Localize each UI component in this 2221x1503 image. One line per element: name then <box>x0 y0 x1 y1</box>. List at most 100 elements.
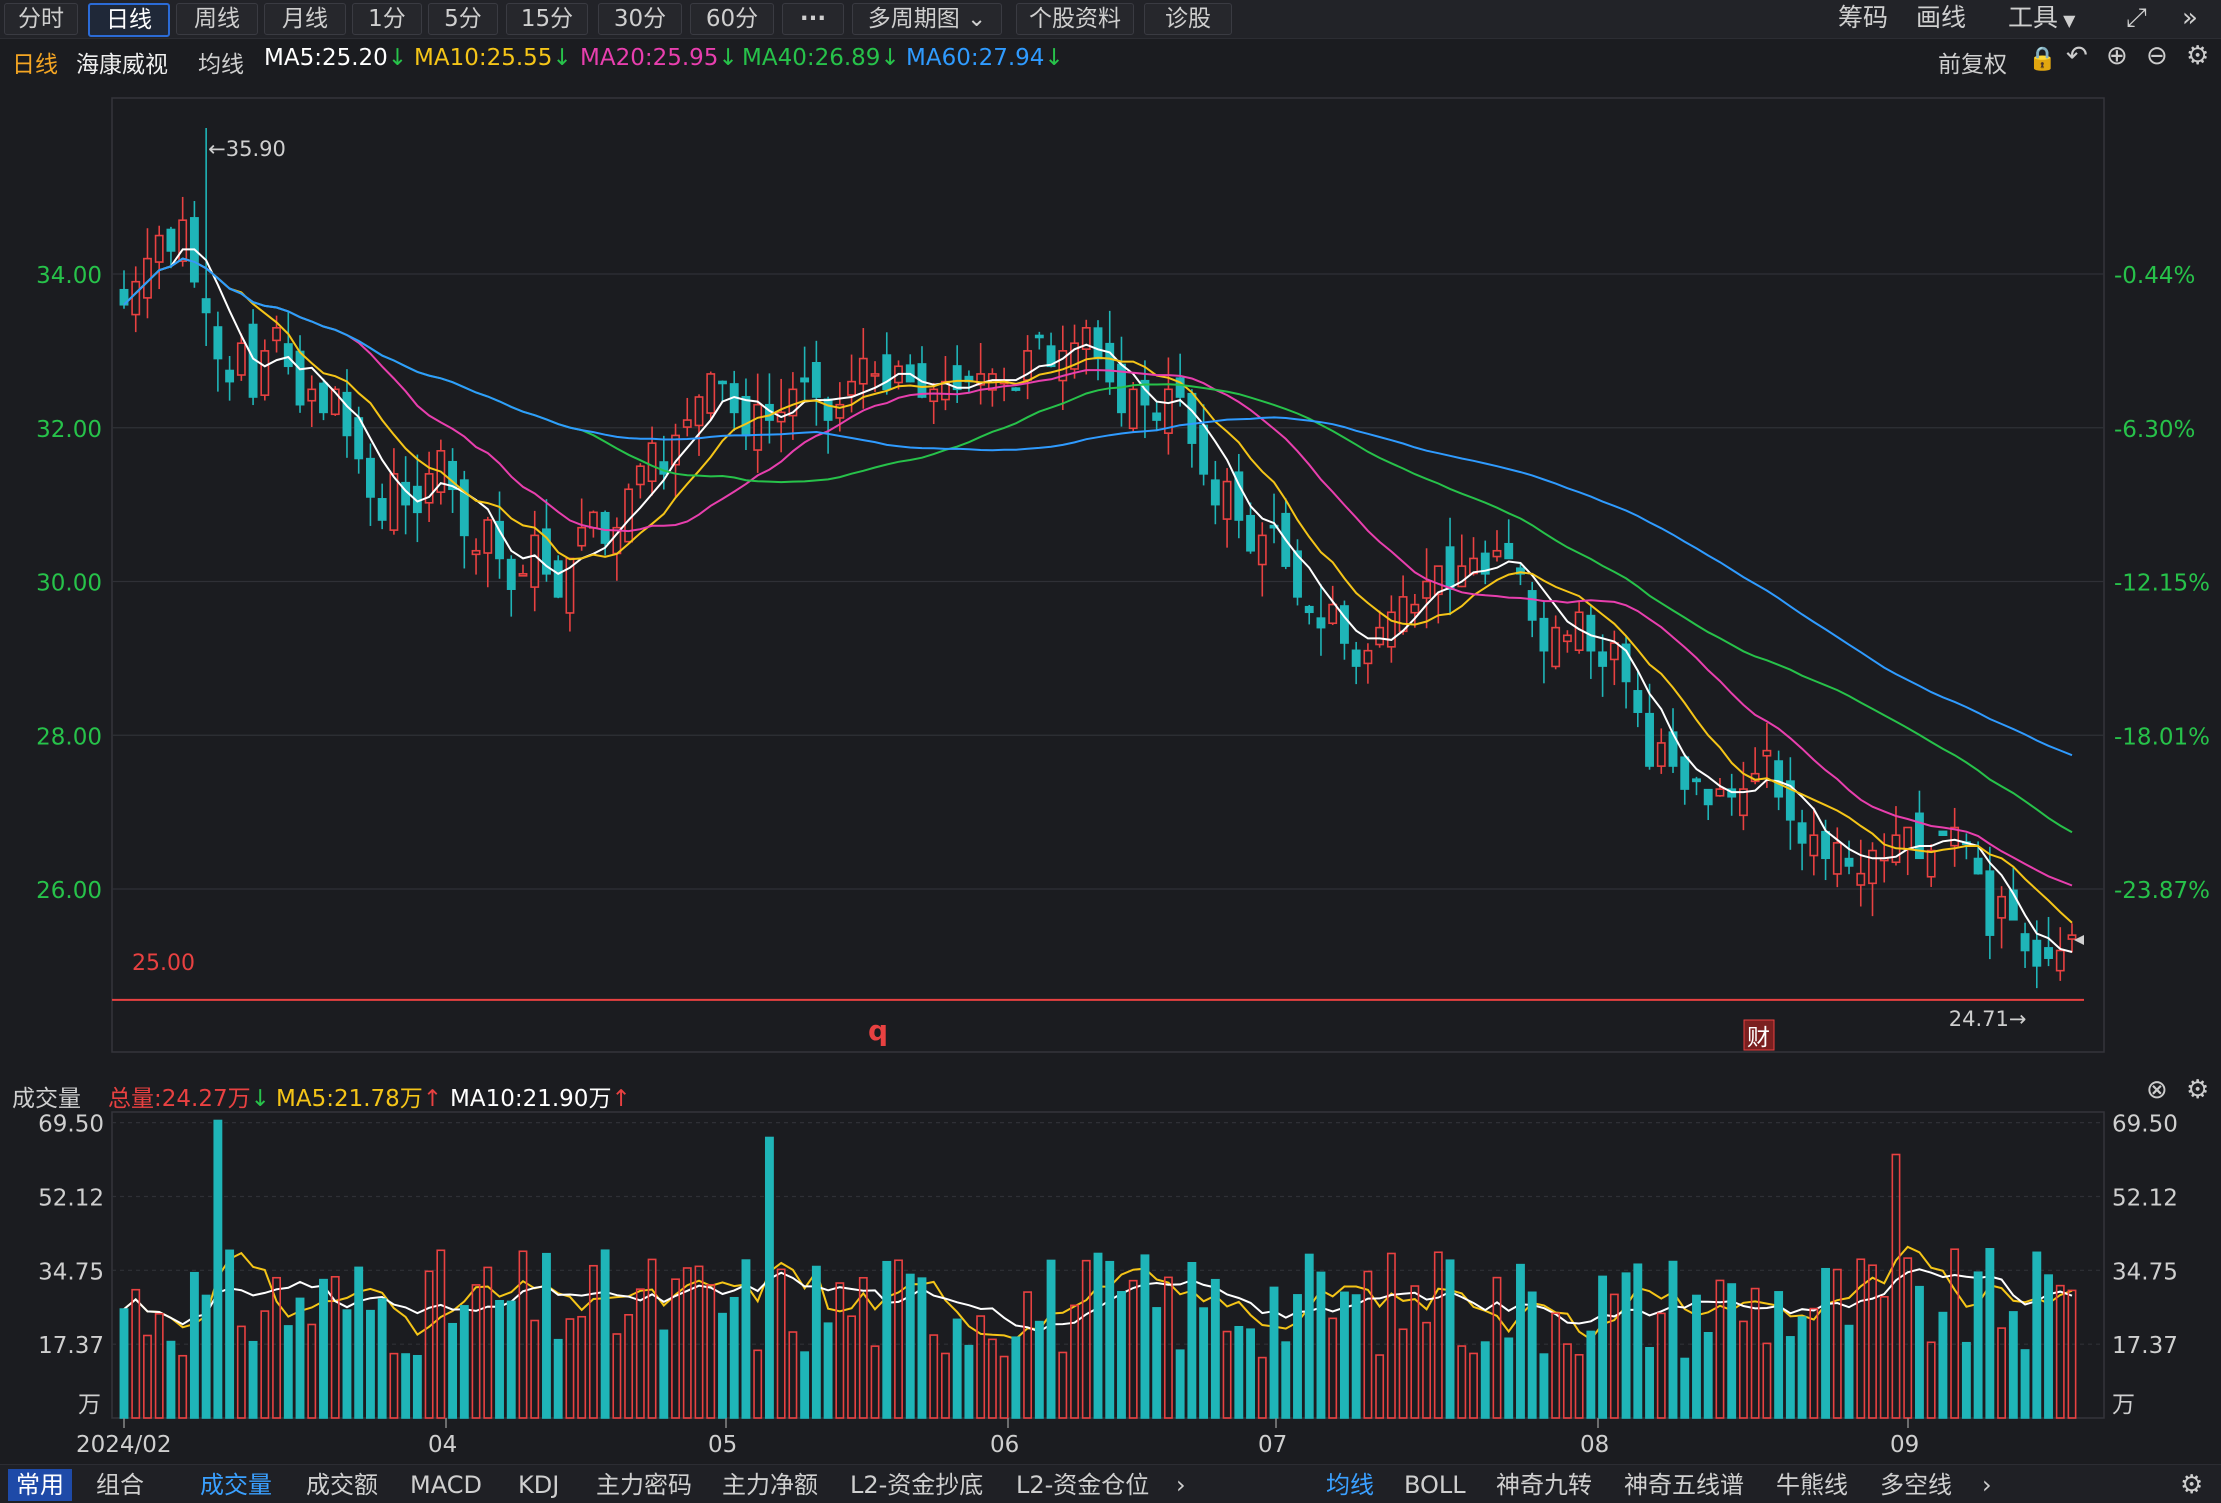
candle-up <box>1656 742 1666 767</box>
candle-up <box>1422 580 1432 599</box>
volume-bar-up <box>131 1288 141 1419</box>
volume-bar-up <box>1469 1352 1478 1419</box>
volume-bar-down <box>1785 1336 1795 1419</box>
volume-bar-down <box>119 1308 129 1419</box>
volume-bar-up <box>1891 1153 1901 1419</box>
candle-up <box>1257 534 1267 566</box>
volume-bar-down <box>1621 1272 1631 1419</box>
candle-down <box>1844 857 1854 867</box>
candle-down <box>741 395 751 437</box>
price-tick-label: 30.00 <box>36 571 102 597</box>
volume-bar-down <box>1703 1331 1713 1419</box>
volume-bar-down <box>1351 1294 1361 1419</box>
volume-bar-down <box>2044 1274 2053 1419</box>
x-axis-label: 06 <box>990 1432 1019 1458</box>
chevron-right-icon[interactable]: › <box>1176 1469 1186 1501</box>
tab-long-short-line[interactable]: 多空线 <box>1880 1469 1952 1501</box>
candle-down <box>2044 947 2053 959</box>
volume-tick-label: 17.37 <box>38 1333 104 1359</box>
candle-up <box>272 327 281 342</box>
volume-bar-up <box>565 1318 575 1419</box>
tab-ma[interactable]: 均线 <box>1326 1469 1374 1501</box>
candle-up <box>694 396 704 427</box>
candle-down <box>377 498 387 521</box>
candle-down <box>1445 546 1455 590</box>
volume-bar-down <box>1915 1285 1924 1419</box>
volume-bar-down <box>1234 1325 1244 1419</box>
tab-main-force-net[interactable]: 主力净额 <box>722 1469 818 1501</box>
price-tick-label: 34.00 <box>36 263 102 289</box>
candle-down <box>1645 712 1654 767</box>
volume-bar-up <box>1081 1259 1091 1419</box>
candle-down <box>506 558 516 590</box>
candle-up <box>1562 634 1572 643</box>
candle-up <box>1128 388 1138 430</box>
candle-down <box>354 417 364 460</box>
volume-bar-down <box>1692 1294 1701 1419</box>
volume-bar-down <box>401 1353 411 1419</box>
tab-l2-bottom-fishing[interactable]: L2-资金抄底 <box>850 1469 983 1501</box>
volume-bar-down <box>1316 1271 1326 1419</box>
volume-bar-up <box>1738 1320 1748 1419</box>
candle-up <box>635 465 645 486</box>
candle-up <box>706 373 716 414</box>
tab-kdj[interactable]: KDJ <box>518 1469 559 1501</box>
volume-bar-down <box>1527 1291 1537 1419</box>
volume-bar-down <box>1152 1307 1162 1419</box>
volume-tick-label-right: 52.12 <box>2112 1185 2178 1211</box>
tab-bull-bear-line[interactable]: 牛熊线 <box>1776 1469 1848 1501</box>
volume-bar-down <box>1680 1357 1690 1419</box>
tab-l2-fund-position[interactable]: L2-资金仓位 <box>1016 1469 1149 1501</box>
volume-bar-down <box>800 1351 810 1419</box>
candle-down <box>213 326 223 360</box>
chevron-right-icon[interactable]: › <box>1982 1469 1992 1501</box>
candle-up <box>518 573 528 577</box>
volume-tick-label: 34.75 <box>38 1259 104 1285</box>
volume-bar-up <box>647 1258 657 1419</box>
candle-up <box>1386 611 1396 648</box>
candle-down <box>1304 605 1314 614</box>
candle-up <box>870 373 880 377</box>
volume-bar-up <box>1809 1307 1819 1419</box>
volume-bar-up <box>178 1354 188 1419</box>
tab-common[interactable]: 常用 <box>8 1469 72 1501</box>
volume-bar-down <box>823 1322 833 1419</box>
tab-turnover[interactable]: 成交额 <box>306 1469 378 1501</box>
tab-main-force-code[interactable]: 主力密码 <box>596 1469 692 1501</box>
candle-down <box>295 350 305 406</box>
volume-bar-down <box>1668 1260 1678 1419</box>
candlestick-chart[interactable]: 34.00 -0.44% 32.00 -6.30% 30.00 -12.15% 28.00 -… <box>0 0 2221 1502</box>
tab-macd[interactable]: MACD <box>410 1469 482 1501</box>
volume-bar-up <box>1433 1251 1443 1419</box>
volume-bar-down <box>283 1325 293 1419</box>
candle-down <box>718 380 727 385</box>
volume-bar-up <box>1551 1312 1561 1419</box>
volume-bar-up <box>1562 1343 1572 1419</box>
tab-combination[interactable]: 组合 <box>96 1469 144 1501</box>
tab-magic-five-lines[interactable]: 神奇五线谱 <box>1624 1469 1744 1501</box>
candle-down <box>1598 651 1608 667</box>
x-axis-label: 2024/02 <box>76 1432 172 1458</box>
arrow-up-icon: ↑ <box>611 1086 631 1112</box>
volume-bar-down <box>1516 1263 1525 1419</box>
tab-magic-nine[interactable]: 神奇九转 <box>1496 1469 1592 1501</box>
volume-bar-up <box>847 1315 857 1419</box>
volume-bar-down <box>729 1296 739 1419</box>
candle-up <box>847 380 857 396</box>
candle-down <box>553 560 563 598</box>
candle-up <box>389 473 399 531</box>
volume-label[interactable]: 成交量 <box>12 1079 81 1113</box>
candle-down <box>1821 830 1831 860</box>
volume-bar-down <box>917 1277 927 1419</box>
close-panel-icon[interactable]: ⊗ <box>2146 1075 2168 1105</box>
volume-bar-up <box>1926 1341 1936 1419</box>
volume-settings-gear-icon[interactable]: ⚙ <box>2186 1075 2209 1105</box>
candle-up <box>682 419 692 428</box>
bottom-settings-gear-icon[interactable]: ⚙ <box>2180 1469 2203 1501</box>
candle-up <box>929 388 939 403</box>
tab-boll[interactable]: BOLL <box>1404 1469 1466 1501</box>
candle-down <box>1692 778 1701 783</box>
volume-bar-down <box>1797 1316 1807 1419</box>
tab-volume[interactable]: 成交量 <box>200 1469 272 1501</box>
volume-bar-down <box>1175 1349 1185 1419</box>
